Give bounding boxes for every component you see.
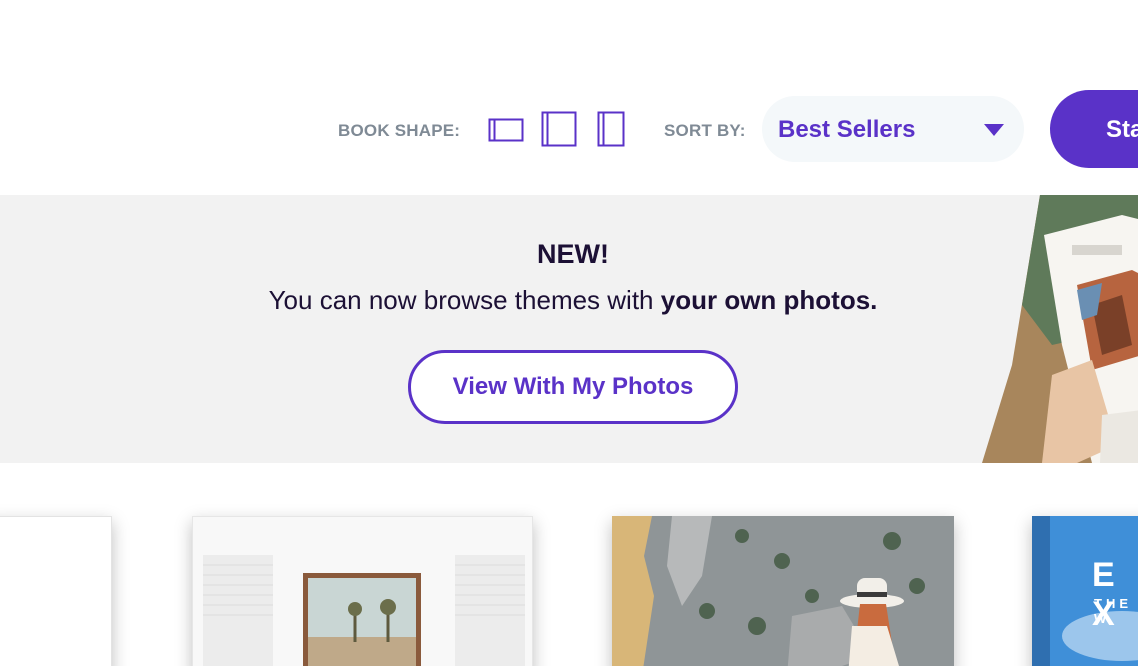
banner-message: You can now browse themes with your own … <box>0 285 1138 316</box>
toolbar: BOOK SHAPE: SORT BY: Best Sellers Sta <box>0 0 1138 195</box>
sort-selected-value: Best Sellers <box>778 116 916 143</box>
book-cover-woman-in-hat-rocks[interactable] <box>612 516 954 666</box>
portrait-shape-button[interactable] <box>597 111 625 147</box>
view-with-my-photos-button[interactable]: View With My Photos <box>408 350 738 424</box>
banner-message-bold: your own photos. <box>660 285 878 315</box>
explore-cover-subtitle: THE W <box>1094 596 1132 626</box>
book-cover-desert-frame[interactable] <box>192 516 533 666</box>
banner-message-text: You can now browse themes with <box>268 285 661 315</box>
landscape-shape-button[interactable] <box>488 118 524 142</box>
landscape-book-icon <box>488 118 524 142</box>
square-book-icon <box>541 111 577 147</box>
desert-frame-illustration <box>193 517 532 666</box>
promo-banner: NEW! You can now browse themes with your… <box>0 195 1138 463</box>
book-cover-white[interactable] <box>0 516 112 666</box>
start-button[interactable]: Sta <box>1050 90 1138 168</box>
start-button-label: Sta <box>1106 116 1138 143</box>
sort-by-label: SORT BY: <box>664 121 746 140</box>
book-shape-label: BOOK SHAPE: <box>338 121 461 140</box>
banner-headline: NEW! <box>537 239 609 269</box>
woman-in-hat-illustration <box>612 516 954 666</box>
caret-down-icon <box>984 124 1004 136</box>
book-cover-explore[interactable]: E X THE W <box>1032 516 1138 666</box>
hands-holding-photo-book-image <box>982 195 1138 463</box>
page: BOOK SHAPE: SORT BY: Best Sellers Sta NE… <box>0 0 1138 666</box>
portrait-book-icon <box>597 111 625 147</box>
square-shape-button[interactable] <box>541 111 577 147</box>
sort-select[interactable]: Best Sellers <box>762 96 1024 162</box>
